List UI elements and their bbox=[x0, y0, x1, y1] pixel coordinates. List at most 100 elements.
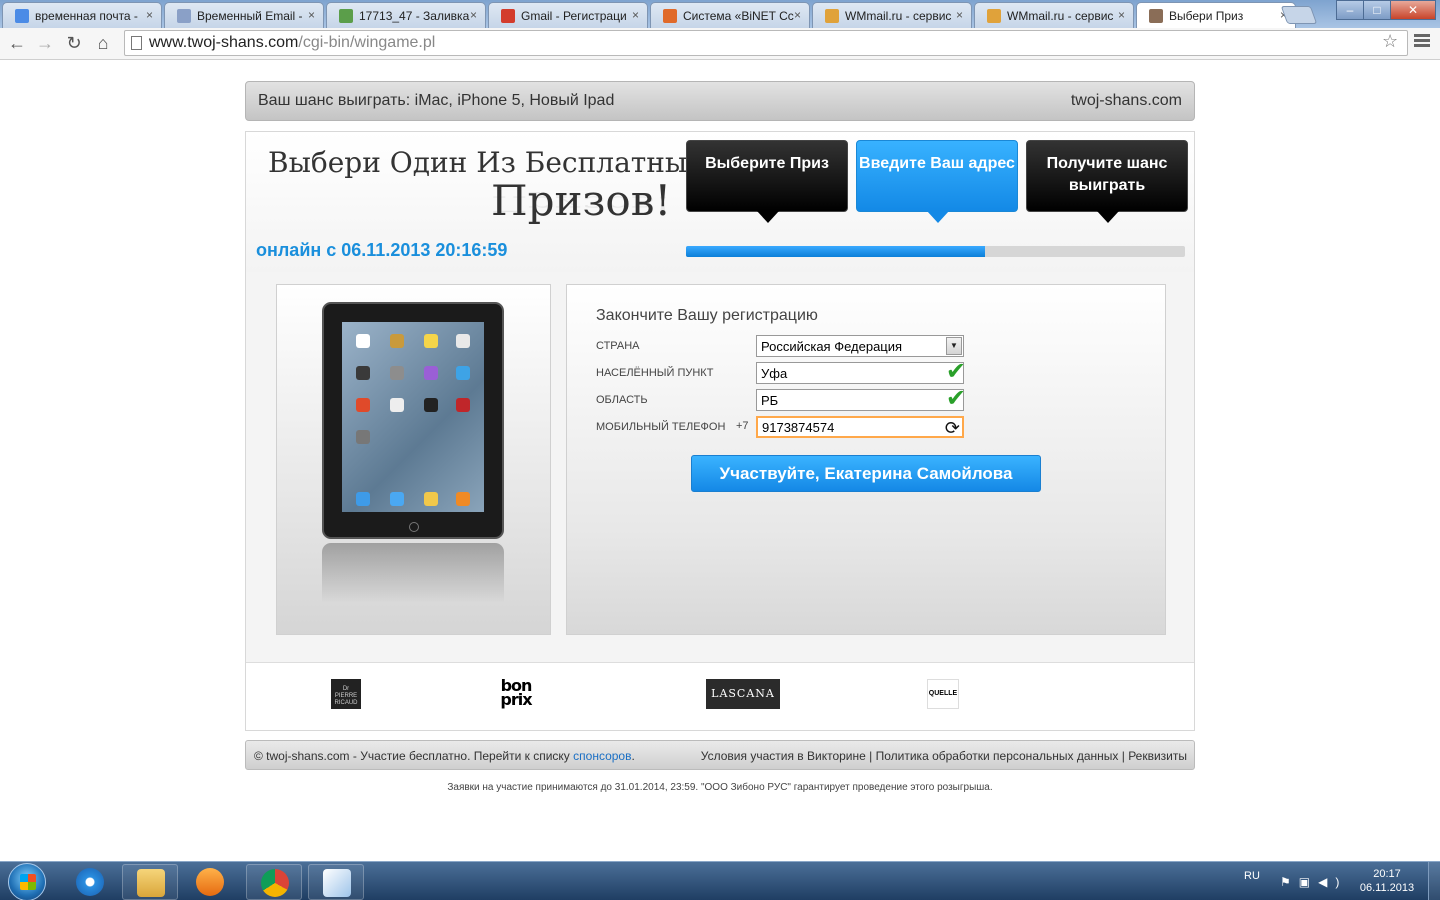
online-since: онлайн с 06.11.2013 20:16:59 bbox=[256, 240, 508, 260]
network-icon[interactable]: ▣ bbox=[1299, 875, 1318, 889]
step-choose-prize: Выберите Приз bbox=[686, 140, 848, 223]
close-icon[interactable]: × bbox=[794, 8, 801, 22]
home-icon[interactable]: ⌂ bbox=[92, 32, 114, 54]
notes-app-icon bbox=[424, 334, 438, 348]
ipad-screen bbox=[342, 322, 484, 512]
browser-tab[interactable]: Временный Email - × bbox=[164, 2, 324, 28]
language-indicator[interactable]: RU bbox=[1244, 870, 1260, 882]
tab-favicon-icon bbox=[1149, 9, 1163, 23]
chevron-down-icon[interactable]: ▼ bbox=[946, 337, 962, 355]
maximize-button[interactable]: □ bbox=[1363, 0, 1391, 20]
close-icon[interactable]: × bbox=[146, 8, 153, 22]
participate-button[interactable]: Участвуйте, Екатерина Самойлова bbox=[691, 455, 1041, 492]
calendar-app-icon bbox=[356, 334, 370, 348]
tab-title: WMmail.ru - сервис bbox=[1007, 9, 1114, 23]
tab-title: Временный Email - bbox=[197, 9, 303, 23]
chrome-icon[interactable] bbox=[246, 864, 302, 900]
new-tab-button[interactable] bbox=[1280, 6, 1318, 24]
back-arrow-icon[interactable]: ← bbox=[6, 32, 28, 54]
volume-icon[interactable]: ◀) bbox=[1318, 875, 1347, 889]
footer-separator: | bbox=[1118, 749, 1129, 763]
browser-tab[interactable]: Система «BiNET Сс × bbox=[650, 2, 810, 28]
quelle-logo[interactable]: QUELLE bbox=[927, 679, 959, 709]
lascana-logo[interactable]: LASCANA bbox=[706, 679, 780, 709]
photos-app-icon bbox=[456, 334, 470, 348]
paint-icon[interactable] bbox=[308, 864, 364, 900]
region-field[interactable]: РБ ✔ bbox=[756, 385, 966, 412]
page-title-line1: Выбери Один Из Бесплатных bbox=[268, 146, 703, 179]
reload-icon[interactable]: ↻ bbox=[63, 32, 85, 54]
phone-value: 9173874574 bbox=[762, 420, 835, 435]
close-icon[interactable]: × bbox=[956, 8, 963, 22]
menu-icon[interactable] bbox=[1414, 34, 1430, 49]
tab-title: Gmail - Регистраци bbox=[521, 9, 627, 23]
clock-date: 06.11.2013 bbox=[1359, 882, 1415, 894]
taskbar: RU ⚑▣◀) 20:17 06.11.2013 bbox=[0, 861, 1440, 900]
footer-copyright: © twoj-shans.com - Участие бесплатно. Пе… bbox=[254, 749, 635, 763]
footer-links: Условия участия в Викторине | Политика о… bbox=[701, 749, 1187, 763]
contacts-app-icon bbox=[390, 334, 404, 348]
checkmark-icon: ✔ bbox=[945, 385, 966, 412]
windows-logo-icon bbox=[20, 874, 36, 890]
browser-tab[interactable]: Выбери Приз× bbox=[1136, 2, 1296, 29]
address-bar[interactable]: www.twoj-shans.com/cgi-bin/wingame.pl bbox=[124, 30, 1408, 56]
phone-prefix: +7 bbox=[736, 420, 749, 432]
tab-favicon-icon bbox=[825, 9, 839, 23]
city-field[interactable]: Уфа ✔ bbox=[756, 360, 966, 384]
tab-favicon-icon bbox=[177, 9, 191, 23]
privacy-link[interactable]: Политика обработки персональных данных bbox=[876, 749, 1119, 763]
region-value: РБ bbox=[761, 393, 779, 408]
step-label: Выберите Приз bbox=[705, 155, 829, 172]
city-value: Уфа bbox=[761, 366, 788, 381]
city-label: НАСЕЛЁННЫЙ ПУНКТ bbox=[596, 367, 714, 379]
minimize-button[interactable]: – bbox=[1336, 0, 1364, 20]
tab-title: временная почта - bbox=[35, 9, 138, 23]
footer-suffix: . bbox=[631, 749, 635, 763]
photos-dock-icon bbox=[424, 492, 438, 506]
browser-tab[interactable]: WMmail.ru - сервис × bbox=[974, 2, 1134, 28]
browser-tab[interactable]: WMmail.ru - сервис × bbox=[812, 2, 972, 28]
close-icon[interactable]: × bbox=[470, 8, 477, 22]
media-player-icon[interactable] bbox=[182, 864, 238, 900]
close-icon[interactable]: × bbox=[308, 8, 315, 22]
show-desktop-button[interactable] bbox=[1428, 862, 1440, 900]
star-icon[interactable]: ☆ bbox=[1382, 31, 1398, 52]
system-tray: ⚑▣◀) bbox=[1280, 875, 1347, 889]
requisites-link[interactable]: Реквизиты bbox=[1128, 749, 1187, 763]
phone-field[interactable]: 9173874574 ⟳ bbox=[756, 416, 964, 438]
tab-title: WMmail.ru - сервис bbox=[845, 9, 952, 23]
window-close-button[interactable]: ✕ bbox=[1390, 0, 1436, 20]
tab-favicon-icon bbox=[663, 9, 677, 23]
browser-tab[interactable]: Gmail - Регистраци × bbox=[488, 2, 648, 28]
internet-explorer-icon[interactable] bbox=[62, 864, 118, 900]
tab-favicon-icon bbox=[987, 9, 1001, 23]
country-select[interactable]: Российская Федерация ▼ bbox=[756, 335, 964, 357]
sponsors-link[interactable]: спонсоров bbox=[573, 749, 631, 763]
videos-app-icon bbox=[356, 366, 370, 380]
browser-tab[interactable]: временная почта - × bbox=[2, 2, 162, 28]
terms-link[interactable]: Условия участия в Викторине bbox=[701, 749, 866, 763]
phone-label: МОБИЛЬНЫЙ ТЕЛЕФОН bbox=[596, 421, 726, 433]
sponsor-logos: Dr PIERRE RICAUD bon prix LASCANA QUELLE bbox=[246, 662, 1194, 730]
page-icon bbox=[131, 36, 142, 50]
clock-app-icon bbox=[424, 398, 438, 412]
gamecenter-app-icon bbox=[356, 398, 370, 412]
ipad-image bbox=[322, 302, 504, 539]
clock[interactable]: 20:17 06.11.2013 bbox=[1354, 867, 1420, 895]
clock-time: 20:17 bbox=[1373, 868, 1401, 880]
close-icon[interactable]: × bbox=[632, 8, 639, 22]
start-button[interactable] bbox=[8, 863, 46, 900]
progress-fill bbox=[686, 246, 986, 257]
web-page: Ваш шанс выиграть: iMac, iPhone 5, Новый… bbox=[0, 61, 1440, 861]
appstore-app-icon bbox=[456, 366, 470, 380]
file-explorer-icon[interactable] bbox=[122, 864, 178, 900]
bonprix-logo[interactable]: bon prix bbox=[495, 678, 537, 709]
ipad-reflection bbox=[322, 543, 504, 603]
close-icon[interactable]: × bbox=[1118, 8, 1125, 22]
browser-tab[interactable]: 17713_47 - Заливка × bbox=[326, 2, 486, 28]
action-center-icon[interactable]: ⚑ bbox=[1280, 875, 1299, 889]
forward-arrow-icon[interactable]: → bbox=[34, 32, 56, 54]
tab-favicon-icon bbox=[339, 9, 353, 23]
pierre-ricaud-logo[interactable]: Dr PIERRE RICAUD bbox=[331, 679, 361, 709]
step-label: Введите Ваш адрес bbox=[859, 155, 1015, 172]
